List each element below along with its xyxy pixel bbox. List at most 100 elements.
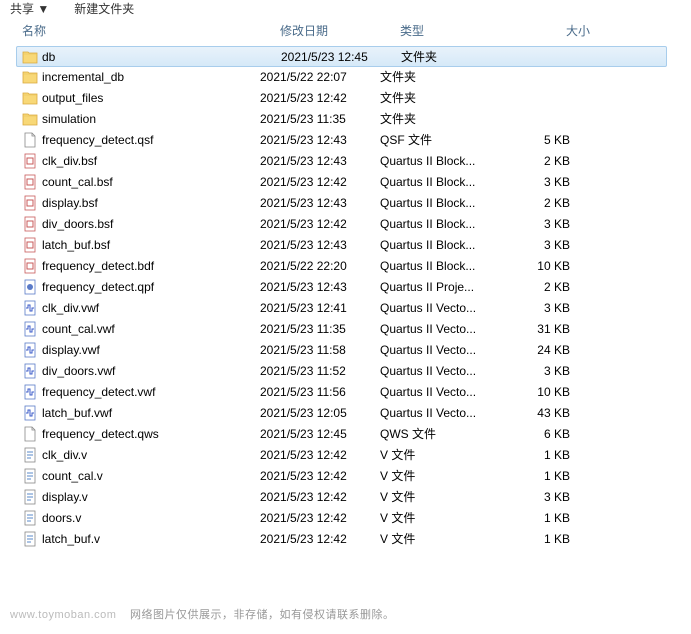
file-name-cell: latch_buf.bsf: [22, 237, 260, 253]
file-row[interactable]: latch_buf.vwf2021/5/23 12:05Quartus II V…: [0, 402, 691, 423]
file-size: 6 KB: [500, 427, 580, 441]
file-name-cell: frequency_detect.vwf: [22, 384, 260, 400]
file-name: count_cal.bsf: [42, 175, 113, 189]
header-type[interactable]: 类型: [400, 22, 520, 39]
file-row[interactable]: incremental_db2021/5/22 22:07文件夹: [0, 66, 691, 87]
file-name-cell: latch_buf.vwf: [22, 405, 260, 421]
file-row[interactable]: div_doors.bsf2021/5/23 12:42Quartus II B…: [0, 213, 691, 234]
file-row[interactable]: frequency_detect.qws2021/5/23 12:45QWS 文…: [0, 423, 691, 444]
file-name-cell: div_doors.bsf: [22, 216, 260, 232]
file-name: incremental_db: [42, 70, 124, 84]
file-name-cell: frequency_detect.qws: [22, 426, 260, 442]
file-name-cell: output_files: [22, 90, 260, 106]
header-size[interactable]: 大小: [520, 22, 600, 39]
file-date: 2021/5/23 12:43: [260, 196, 380, 210]
file-row[interactable]: count_cal.v2021/5/23 12:42V 文件1 KB: [0, 465, 691, 486]
file-row[interactable]: frequency_detect.vwf2021/5/23 11:56Quart…: [0, 381, 691, 402]
file-row[interactable]: display.v2021/5/23 12:42V 文件3 KB: [0, 486, 691, 507]
file-type: V 文件: [380, 488, 500, 505]
file-row[interactable]: clk_div.vwf2021/5/23 12:41Quartus II Vec…: [0, 297, 691, 318]
file-size: 31 KB: [500, 322, 580, 336]
file-row[interactable]: db2021/5/23 12:45文件夹: [16, 46, 667, 67]
file-name: latch_buf.bsf: [42, 238, 110, 252]
file-size: 43 KB: [500, 406, 580, 420]
file-type: Quartus II Block...: [380, 154, 500, 168]
file-name: div_doors.bsf: [42, 217, 113, 231]
v-icon: [22, 489, 38, 505]
header-name[interactable]: 名称: [22, 22, 280, 39]
file-name-cell: display.bsf: [22, 195, 260, 211]
file-name: latch_buf.vwf: [42, 406, 112, 420]
file-date: 2021/5/22 22:07: [260, 70, 380, 84]
file-type: Quartus II Vecto...: [380, 322, 500, 336]
file-name: display.vwf: [42, 343, 100, 357]
file-name-cell: frequency_detect.qpf: [22, 279, 260, 295]
file-row[interactable]: simulation 2021/5/23 11:35文件夹: [0, 108, 691, 129]
file-name-cell: clk_div.vwf: [22, 300, 260, 316]
folder-icon: [22, 69, 38, 85]
file-name: count_cal.vwf: [42, 322, 115, 336]
file-type: V 文件: [380, 509, 500, 526]
file-date: 2021/5/23 11:52: [260, 364, 380, 378]
file-date: 2021/5/23 11:58: [260, 343, 380, 357]
file-row[interactable]: clk_div.v2021/5/23 12:42V 文件1 KB: [0, 444, 691, 465]
folder-icon: [22, 90, 38, 106]
footer: www.toymoban.com 网络图片仅供展示，非存储，如有侵权请联系删除。: [10, 606, 395, 622]
header-date[interactable]: 修改日期: [280, 22, 400, 39]
file-row[interactable]: count_cal.bsf2021/5/23 12:42Quartus II B…: [0, 171, 691, 192]
file-date: 2021/5/23 11:35: [260, 112, 380, 126]
file-type: QSF 文件: [380, 131, 500, 148]
qsf-icon: [22, 132, 38, 148]
file-name: clk_div.v: [42, 448, 87, 462]
file-type: 文件夹: [401, 48, 521, 65]
file-type: Quartus II Block...: [380, 217, 500, 231]
file-row[interactable]: frequency_detect.qpf2021/5/23 12:43Quart…: [0, 276, 691, 297]
vwf-icon: [22, 363, 38, 379]
file-date: 2021/5/23 12:42: [260, 490, 380, 504]
file-date: 2021/5/23 12:43: [260, 154, 380, 168]
file-name: doors.v: [42, 511, 81, 525]
file-name-cell: div_doors.vwf: [22, 363, 260, 379]
vwf-icon: [22, 300, 38, 316]
file-row[interactable]: clk_div.bsf2021/5/23 12:43Quartus II Blo…: [0, 150, 691, 171]
file-name-cell: latch_buf.v: [22, 531, 260, 547]
file-date: 2021/5/23 12:42: [260, 91, 380, 105]
vwf-icon: [22, 321, 38, 337]
file-date: 2021/5/22 22:20: [260, 259, 380, 273]
file-size: 3 KB: [500, 238, 580, 252]
file-type: 文件夹: [380, 110, 500, 127]
file-row[interactable]: latch_buf.v2021/5/23 12:42V 文件1 KB: [0, 528, 691, 549]
file-name: latch_buf.v: [42, 532, 100, 546]
file-name: clk_div.vwf: [42, 301, 99, 315]
file-size: 3 KB: [500, 301, 580, 315]
file-type: QWS 文件: [380, 425, 500, 442]
file-row[interactable]: div_doors.vwf2021/5/23 11:52Quartus II V…: [0, 360, 691, 381]
file-date: 2021/5/23 12:43: [260, 238, 380, 252]
file-name: simulation: [42, 112, 96, 126]
file-row[interactable]: frequency_detect.bdf 2021/5/22 22:20Quart…: [0, 255, 691, 276]
toolbar-share[interactable]: 共享 ▼: [10, 0, 49, 17]
file-row[interactable]: frequency_detect.qsf2021/5/23 12:43QSF 文…: [0, 129, 691, 150]
file-name: frequency_detect.bdf: [42, 259, 154, 273]
file-size: 10 KB: [500, 259, 580, 273]
file-row[interactable]: latch_buf.bsf2021/5/23 12:43Quartus II B…: [0, 234, 691, 255]
file-type: Quartus II Vecto...: [380, 385, 500, 399]
file-date: 2021/5/23 12:42: [260, 448, 380, 462]
file-row[interactable]: output_files2021/5/23 12:42文件夹: [0, 87, 691, 108]
file-type: Quartus II Block...: [380, 259, 500, 273]
toolbar-newfolder[interactable]: 新建文件夹: [74, 0, 134, 17]
file-size: 2 KB: [500, 196, 580, 210]
file-date: 2021/5/23 11:56: [260, 385, 380, 399]
file-size: 24 KB: [500, 343, 580, 357]
file-name-cell: count_cal.vwf: [22, 321, 260, 337]
file-row[interactable]: display.vwf2021/5/23 11:58Quartus II Vec…: [0, 339, 691, 360]
file-type: V 文件: [380, 530, 500, 547]
vwf-icon: [22, 384, 38, 400]
file-size: 1 KB: [500, 469, 580, 483]
file-name-cell: doors.v: [22, 510, 260, 526]
file-row[interactable]: doors.v2021/5/23 12:42V 文件1 KB: [0, 507, 691, 528]
file-row[interactable]: count_cal.vwf2021/5/23 11:35Quartus II V…: [0, 318, 691, 339]
file-name-cell: frequency_detect.qsf: [22, 132, 260, 148]
file-name: output_files: [42, 91, 103, 105]
file-row[interactable]: display.bsf2021/5/23 12:43Quartus II Blo…: [0, 192, 691, 213]
